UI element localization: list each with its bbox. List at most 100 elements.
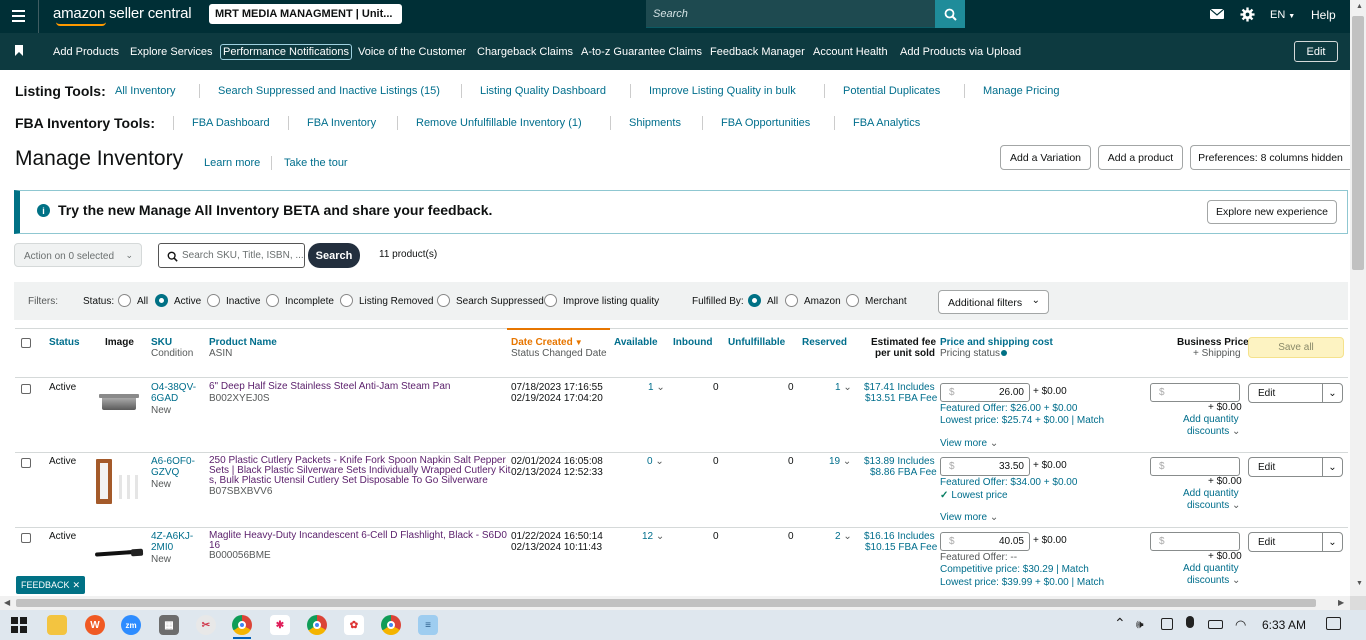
row-fba-fee[interactable]: $13.51 FBA Fee <box>865 393 937 404</box>
settings-gear-icon[interactable] <box>1240 7 1255 25</box>
hamburger-menu-icon[interactable] <box>12 10 25 22</box>
match-link[interactable]: Match <box>1077 577 1104 588</box>
nav-item-chargeback-claims[interactable]: Chargeback Claims <box>477 46 573 58</box>
header-inbound[interactable]: Inbound <box>673 337 712 348</box>
nav-item-explore-services[interactable]: Explore Services <box>130 46 213 58</box>
product-image-cutlery[interactable] <box>95 457 143 505</box>
view-more-link[interactable]: View more ⌄ <box>940 512 998 523</box>
nav-item-voice-of-customer[interactable]: Voice of the Customer <box>358 46 466 58</box>
header-date-created[interactable]: Date Created ▼ <box>511 337 583 348</box>
row-fee-includes[interactable]: $16.16 Includes <box>864 531 935 542</box>
business-price-input[interactable]: $ <box>1150 457 1240 476</box>
taskbar-clock[interactable]: 6:33 AM <box>1262 618 1306 632</box>
match-link[interactable]: Match <box>1077 415 1104 426</box>
add-variation-button[interactable]: Add a Variation <box>1000 145 1091 170</box>
product-image-flashlight[interactable] <box>94 548 144 557</box>
fulfilled-radio-all[interactable] <box>748 294 761 307</box>
row-checkbox[interactable] <box>21 458 31 468</box>
additional-filters-button[interactable]: Additional filters ⌄ <box>938 290 1049 314</box>
preferences-button[interactable]: Preferences: 8 columns hidden <box>1190 145 1350 170</box>
snipping-tool-icon[interactable]: ✂ <box>196 615 216 635</box>
calculator-icon[interactable]: ▦ <box>159 615 179 635</box>
row-checkbox[interactable] <box>21 384 31 394</box>
row-sku[interactable]: O4-38QV- <box>151 382 196 393</box>
match-link[interactable]: Match <box>1062 564 1089 575</box>
status-radio-inactive[interactable] <box>207 294 220 307</box>
chevron-down-icon[interactable]: ⌄ <box>1322 384 1342 402</box>
nav-item-feedback-manager[interactable]: Feedback Manager <box>710 46 805 58</box>
add-product-button[interactable]: Add a product <box>1098 145 1183 170</box>
notification-icon[interactable] <box>1326 617 1341 630</box>
feedback-tab[interactable]: FEEDBACK ✕ <box>16 576 85 594</box>
account-switcher[interactable]: MRT MEDIA MANAGMENT | Unit... <box>209 4 402 24</box>
link-improve-listing-quality[interactable]: Improve Listing Quality in bulk <box>649 85 796 97</box>
take-the-tour-link[interactable]: Take the tour <box>284 157 348 169</box>
bookmark-icon[interactable] <box>15 45 23 56</box>
page-scrollbar[interactable]: ▲ ▼ <box>1350 0 1366 596</box>
chevron-down-icon[interactable]: ⌄ <box>1322 533 1342 551</box>
header-reserved[interactable]: Reserved <box>802 337 847 348</box>
mail-icon[interactable] <box>1209 8 1225 19</box>
row-fee-includes[interactable]: $13.89 Includes <box>864 456 935 467</box>
header-unfulfillable[interactable]: Unfulfillable <box>728 337 785 348</box>
row-fba-fee[interactable]: $8.86 FBA Fee <box>870 467 937 478</box>
status-radio-incomplete[interactable] <box>266 294 279 307</box>
view-more-link[interactable]: View more ⌄ <box>940 438 998 449</box>
header-available[interactable]: Available <box>614 337 658 348</box>
explore-new-experience-button[interactable]: Explore new experience <box>1207 200 1337 224</box>
status-radio-search-suppressed[interactable] <box>437 294 450 307</box>
learn-more-link[interactable]: Learn more <box>204 157 260 169</box>
fulfilled-radio-amazon[interactable] <box>785 294 798 307</box>
row-fee-includes[interactable]: $17.41 Includes <box>864 382 935 393</box>
sku-search-input[interactable]: Search SKU, Title, ISBN, ... <box>158 243 305 268</box>
link-fba-opportunities[interactable]: FBA Opportunities <box>721 117 810 129</box>
edit-button[interactable]: Edit ⌄ <box>1248 532 1343 552</box>
link-fba-analytics[interactable]: FBA Analytics <box>853 117 920 129</box>
row-fba-fee[interactable]: $10.15 FBA Fee <box>865 542 937 553</box>
add-quantity-discounts-link[interactable]: Add quantity <box>1183 563 1239 574</box>
save-all-button[interactable]: Save all <box>1248 337 1344 358</box>
windows-start-icon[interactable] <box>11 617 27 633</box>
help-link[interactable]: Help <box>1311 8 1336 22</box>
link-all-inventory[interactable]: All Inventory <box>115 85 176 97</box>
link-fba-inventory[interactable]: FBA Inventory <box>307 117 376 129</box>
app-icon[interactable]: ✿ <box>344 615 364 635</box>
nav-item-atoz-claims[interactable]: A-to-z Guarantee Claims <box>581 46 702 58</box>
notepad-icon[interactable]: ≡ <box>418 615 438 635</box>
product-image-steam-pan[interactable] <box>99 394 139 416</box>
search-submit-button[interactable]: Search <box>308 243 360 268</box>
edit-button[interactable]: Edit ⌄ <box>1248 457 1343 477</box>
row-reserved[interactable]: 2 ⌄ <box>835 531 852 542</box>
search-button[interactable] <box>935 0 965 28</box>
add-quantity-discounts-link[interactable]: Add quantity <box>1183 488 1239 499</box>
zoom-icon[interactable]: zm <box>121 615 141 635</box>
chevron-up-icon[interactable]: ⌃ <box>1114 615 1126 632</box>
row-checkbox[interactable] <box>21 533 31 543</box>
close-icon[interactable]: ✕ <box>72 580 80 591</box>
speaker-icon[interactable]: 🕪 <box>1136 617 1144 632</box>
fulfilled-radio-merchant[interactable] <box>846 294 859 307</box>
status-radio-listing-removed[interactable] <box>340 294 353 307</box>
row-sku[interactable]: 4Z-A6KJ- <box>151 531 193 542</box>
nav-item-add-products[interactable]: Add Products <box>53 46 119 58</box>
status-radio-improve-quality[interactable] <box>544 294 557 307</box>
link-remove-unfulfillable[interactable]: Remove Unfulfillable Inventory (1) <box>416 117 582 129</box>
nav-item-performance-notifications[interactable]: Performance Notifications <box>220 44 352 60</box>
horizontal-scrollbar[interactable]: ◀ ▶ <box>0 596 1350 610</box>
search-input[interactable]: Search <box>646 0 935 28</box>
language-selector[interactable]: EN ▼ <box>1270 9 1295 21</box>
status-radio-active[interactable] <box>155 294 168 307</box>
business-price-input[interactable]: $ <box>1150 383 1240 402</box>
row-sku[interactable]: A6-6OF0- <box>151 456 195 467</box>
header-status[interactable]: Status <box>49 337 80 348</box>
row-available[interactable]: 12 ⌄ <box>642 531 664 542</box>
wifi-icon[interactable]: ◠ <box>1235 617 1246 633</box>
status-radio-all[interactable] <box>118 294 131 307</box>
link-manage-pricing[interactable]: Manage Pricing <box>983 85 1059 97</box>
header-sku[interactable]: SKU <box>151 337 172 348</box>
header-price-shipping[interactable]: Price and shipping cost <box>940 337 1053 348</box>
header-product-name[interactable]: Product Name <box>209 337 277 348</box>
nav-item-add-products-upload[interactable]: Add Products via Upload <box>900 46 1021 58</box>
add-quantity-discounts-link[interactable]: Add quantity <box>1183 414 1239 425</box>
chevron-down-icon[interactable]: ⌄ <box>1322 458 1342 476</box>
